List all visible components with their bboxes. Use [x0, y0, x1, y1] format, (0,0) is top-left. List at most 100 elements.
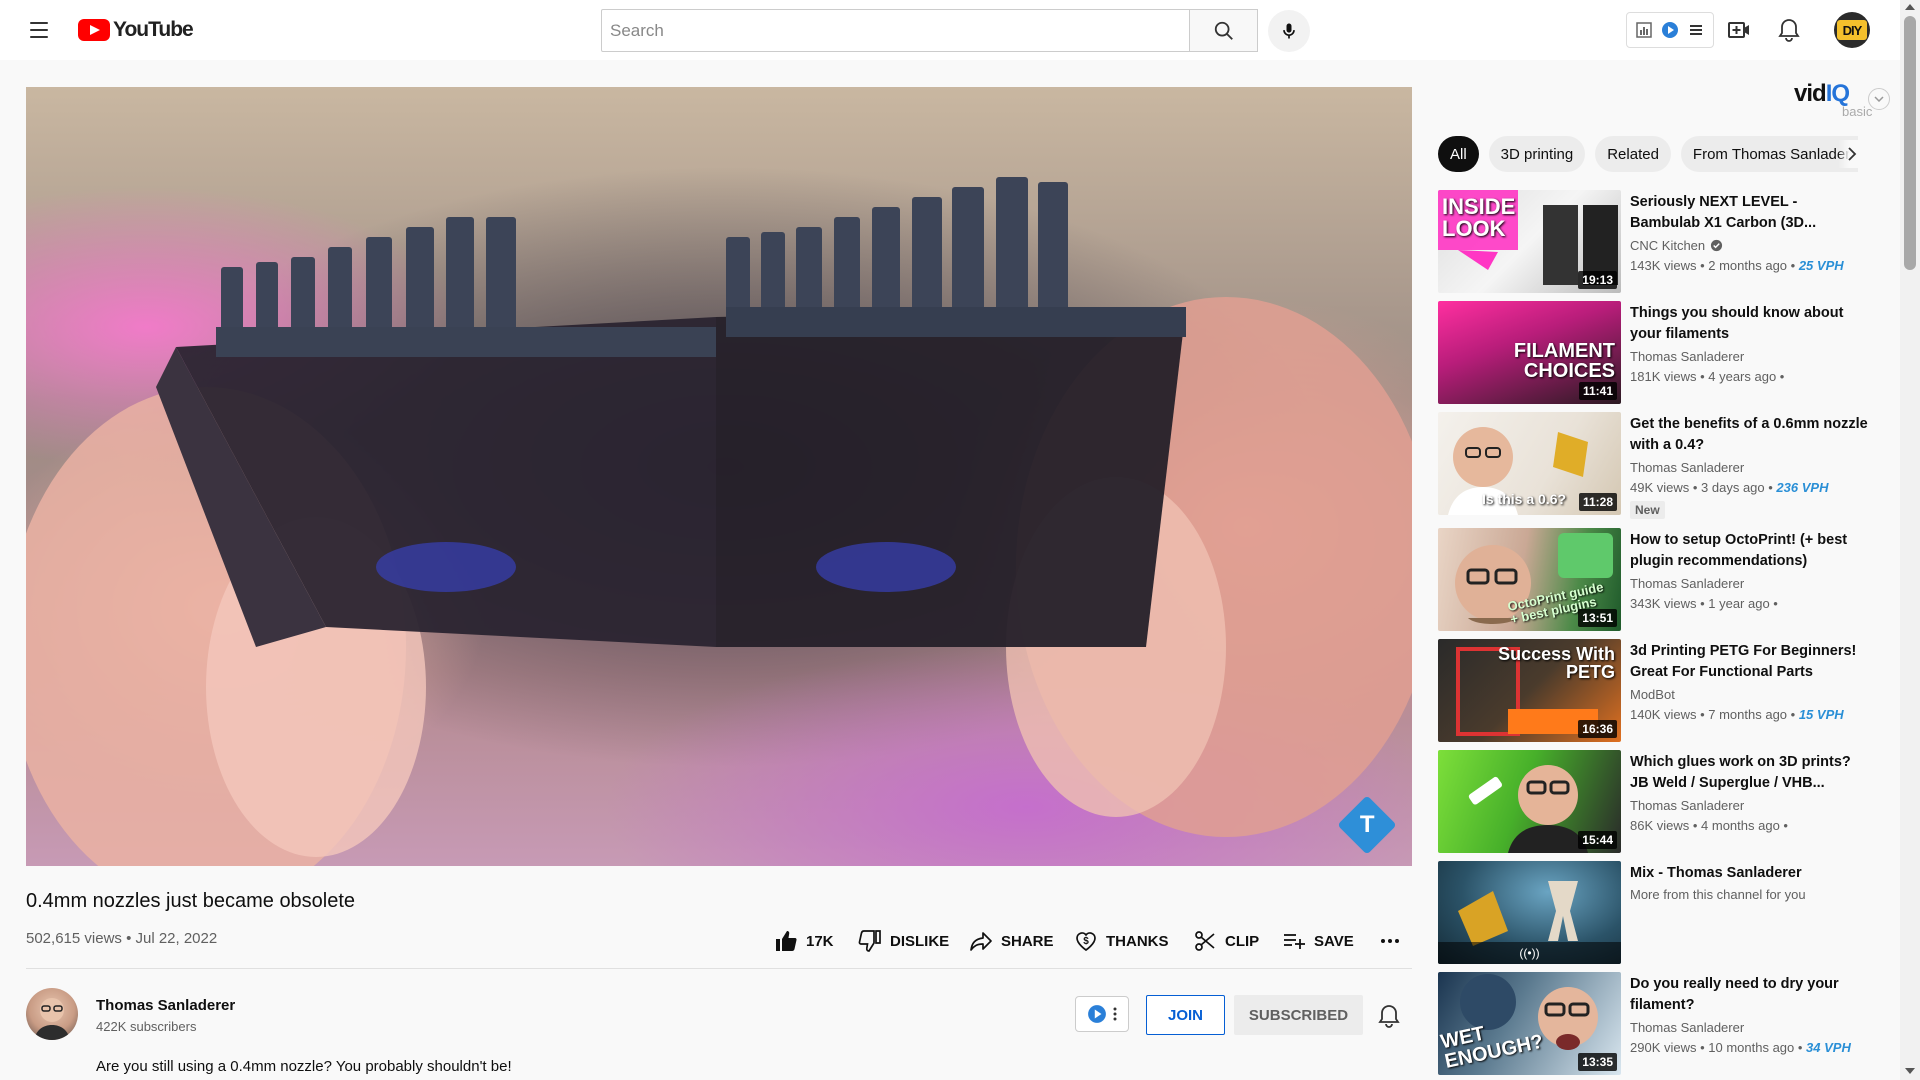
mix-thumbnail[interactable]: ((•)) — [1438, 861, 1621, 964]
scroll-up-arrow[interactable] — [1905, 4, 1915, 10]
video-player[interactable]: T — [26, 87, 1412, 866]
chip-from-channel[interactable]: From Thomas Sanladerer — [1680, 136, 1858, 172]
video-thumbnail[interactable]: OctoPrint guide + best plugins 13:51 — [1438, 528, 1621, 631]
search-button[interactable] — [1189, 9, 1258, 52]
video-thumbnail[interactable]: Success With PETG 16:36 — [1438, 639, 1621, 742]
chip-all[interactable]: All — [1438, 136, 1479, 172]
list-item[interactable]: 15:44 Which glues work on 3D prints? JB … — [1438, 750, 1888, 854]
more-icon — [1381, 939, 1399, 943]
mix-icon: ((•)) — [1438, 942, 1621, 964]
channel-subscribers: 422K subscribers — [96, 1019, 197, 1034]
rec-channel[interactable]: Thomas Sanladerer — [1630, 460, 1744, 475]
more-actions-button[interactable] — [1378, 925, 1402, 957]
rec-channel[interactable]: Thomas Sanladerer — [1630, 798, 1744, 813]
search-input[interactable] — [601, 9, 1190, 52]
menu-icon[interactable] — [22, 16, 56, 44]
vidiq-channel-button[interactable] — [1075, 996, 1129, 1032]
verified-icon — [1711, 239, 1723, 252]
vidiq-logo[interactable]: vidIQ basic — [1794, 80, 1874, 120]
rec-title[interactable]: 3d Printing PETG For Beginners! Great Fo… — [1630, 641, 1870, 683]
dislike-label: DISLIKE — [890, 932, 950, 950]
vph-badge: 25 VPH — [1798, 258, 1844, 273]
video-thumbnail[interactable]: INSIDE LOOK 19:13 — [1438, 190, 1621, 293]
channel-avatar[interactable] — [26, 988, 78, 1040]
rec-subtitle: More from this channel for you — [1630, 887, 1806, 902]
chevron-down-icon[interactable] — [1868, 88, 1890, 110]
youtube-play-icon — [78, 19, 110, 41]
rec-title[interactable]: Seriously NEXT LEVEL - Bambulab X1 Carbo… — [1630, 192, 1870, 234]
video-frame — [26, 87, 1412, 866]
list-item[interactable]: ((•)) Mix - Thomas Sanladerer More from … — [1438, 861, 1888, 965]
avatar-text: DIY — [1837, 20, 1867, 40]
video-thumbnail[interactable]: WET ENOUGH? 13:35 — [1438, 972, 1621, 1075]
chip-3d-printing[interactable]: 3D printing — [1488, 136, 1586, 172]
join-button[interactable]: JOIN — [1146, 995, 1225, 1035]
like-count: 17K — [806, 932, 834, 950]
video-thumbnail[interactable]: FILAMENT CHOICES 11:41 — [1438, 301, 1621, 404]
save-button[interactable]: SAVE — [1282, 925, 1354, 957]
scroll-down-arrow[interactable] — [1905, 1068, 1915, 1074]
vidiq-icon[interactable] — [1661, 21, 1679, 39]
chip-related[interactable]: Related — [1595, 136, 1671, 172]
rec-title[interactable]: Get the benefits of a 0.6mm nozzle with … — [1630, 414, 1870, 456]
chevron-right-icon[interactable] — [1838, 140, 1866, 168]
duration-badge: 11:41 — [1578, 382, 1617, 400]
clip-button[interactable]: CLIP — [1193, 925, 1259, 957]
stats-icon[interactable] — [1635, 21, 1653, 39]
rec-title[interactable]: Things you should know about your filame… — [1630, 303, 1870, 345]
rec-channel[interactable]: Thomas Sanladerer — [1630, 349, 1744, 364]
rec-title[interactable]: Do you really need to dry your filament? — [1630, 974, 1870, 1016]
clip-label: CLIP — [1225, 932, 1260, 950]
list-item[interactable]: Is this a 0.6? 11:28 Get the benefits of… — [1438, 412, 1888, 519]
scroll-thumb[interactable] — [1904, 16, 1916, 270]
video-thumbnail[interactable]: 15:44 — [1438, 750, 1621, 853]
notification-bell-icon[interactable] — [1376, 1003, 1402, 1029]
vidiq-plan: basic — [1842, 104, 1873, 119]
rec-channel[interactable]: Thomas Sanladerer — [1630, 1020, 1744, 1035]
thumb-text: Success With PETG — [1498, 644, 1615, 682]
share-button[interactable]: SHARE — [969, 925, 1054, 957]
kebab-icon — [1113, 1007, 1117, 1021]
rec-channel[interactable]: CNC Kitchen — [1630, 238, 1723, 253]
top-header: YouTube DIY — [0, 0, 1900, 60]
thanks-button[interactable]: $ THANKS — [1074, 925, 1169, 957]
youtube-logo[interactable]: YouTube — [78, 18, 194, 42]
video-thumbnail[interactable]: Is this a 0.6? 11:28 — [1438, 412, 1621, 515]
rec-title[interactable]: Which glues work on 3D prints? JB Weld /… — [1630, 752, 1870, 794]
list-item[interactable]: OctoPrint guide + best plugins 13:51 How … — [1438, 528, 1888, 632]
search-icon — [1214, 21, 1233, 40]
channel-name[interactable]: Thomas Sanladerer — [96, 997, 235, 1014]
mic-icon — [1283, 23, 1295, 39]
voice-search-button[interactable] — [1268, 10, 1310, 52]
page-scrollbar[interactable] — [1900, 0, 1920, 1080]
clip-icon — [1195, 931, 1215, 951]
rec-stats: 343K views • 1 year ago • — [1630, 596, 1778, 611]
filter-chips: All 3D printing Related From Thomas Sanl… — [1438, 136, 1858, 172]
rec-channel[interactable]: ModBot — [1630, 687, 1675, 702]
create-icon[interactable] — [1726, 17, 1752, 43]
list-item[interactable]: INSIDE LOOK 19:13 Seriously NEXT LEVEL - … — [1438, 190, 1888, 294]
rec-stats: 290K views • 10 months ago • 34 VPH — [1630, 1040, 1851, 1055]
list-icon[interactable] — [1687, 21, 1705, 39]
list-item[interactable]: Success With PETG 16:36 3d Printing PETG … — [1438, 639, 1888, 743]
logo-text: YouTube — [113, 18, 194, 41]
duration-badge: 11:28 — [1578, 493, 1617, 511]
video-meta: 502,615 views • Jul 22, 2022 — [26, 930, 218, 947]
rec-title[interactable]: Mix - Thomas Sanladerer — [1630, 863, 1870, 884]
vidiq-extension-group — [1626, 12, 1714, 48]
list-item[interactable]: WET ENOUGH? 13:35 Do you really need to d… — [1438, 972, 1888, 1076]
account-avatar[interactable]: DIY — [1834, 12, 1870, 48]
vidiq-icon — [1088, 1005, 1106, 1023]
rec-title[interactable]: How to setup OctoPrint! (+ best plugin r… — [1630, 530, 1870, 572]
description-text[interactable]: Are you still using a 0.4mm nozzle? You … — [96, 1058, 512, 1075]
subscribed-button[interactable]: SUBSCRIBED — [1234, 995, 1363, 1035]
duration-badge: 19:13 — [1578, 271, 1617, 289]
divider — [26, 968, 1412, 969]
dislike-icon — [858, 930, 881, 952]
bell-icon[interactable] — [1776, 17, 1802, 43]
rec-channel[interactable]: Thomas Sanladerer — [1630, 576, 1744, 591]
dislike-button[interactable]: DISLIKE — [858, 925, 949, 957]
new-badge: New — [1630, 501, 1665, 519]
list-item[interactable]: FILAMENT CHOICES 11:41 Things you should … — [1438, 301, 1888, 405]
like-button[interactable]: 17K — [774, 925, 834, 957]
